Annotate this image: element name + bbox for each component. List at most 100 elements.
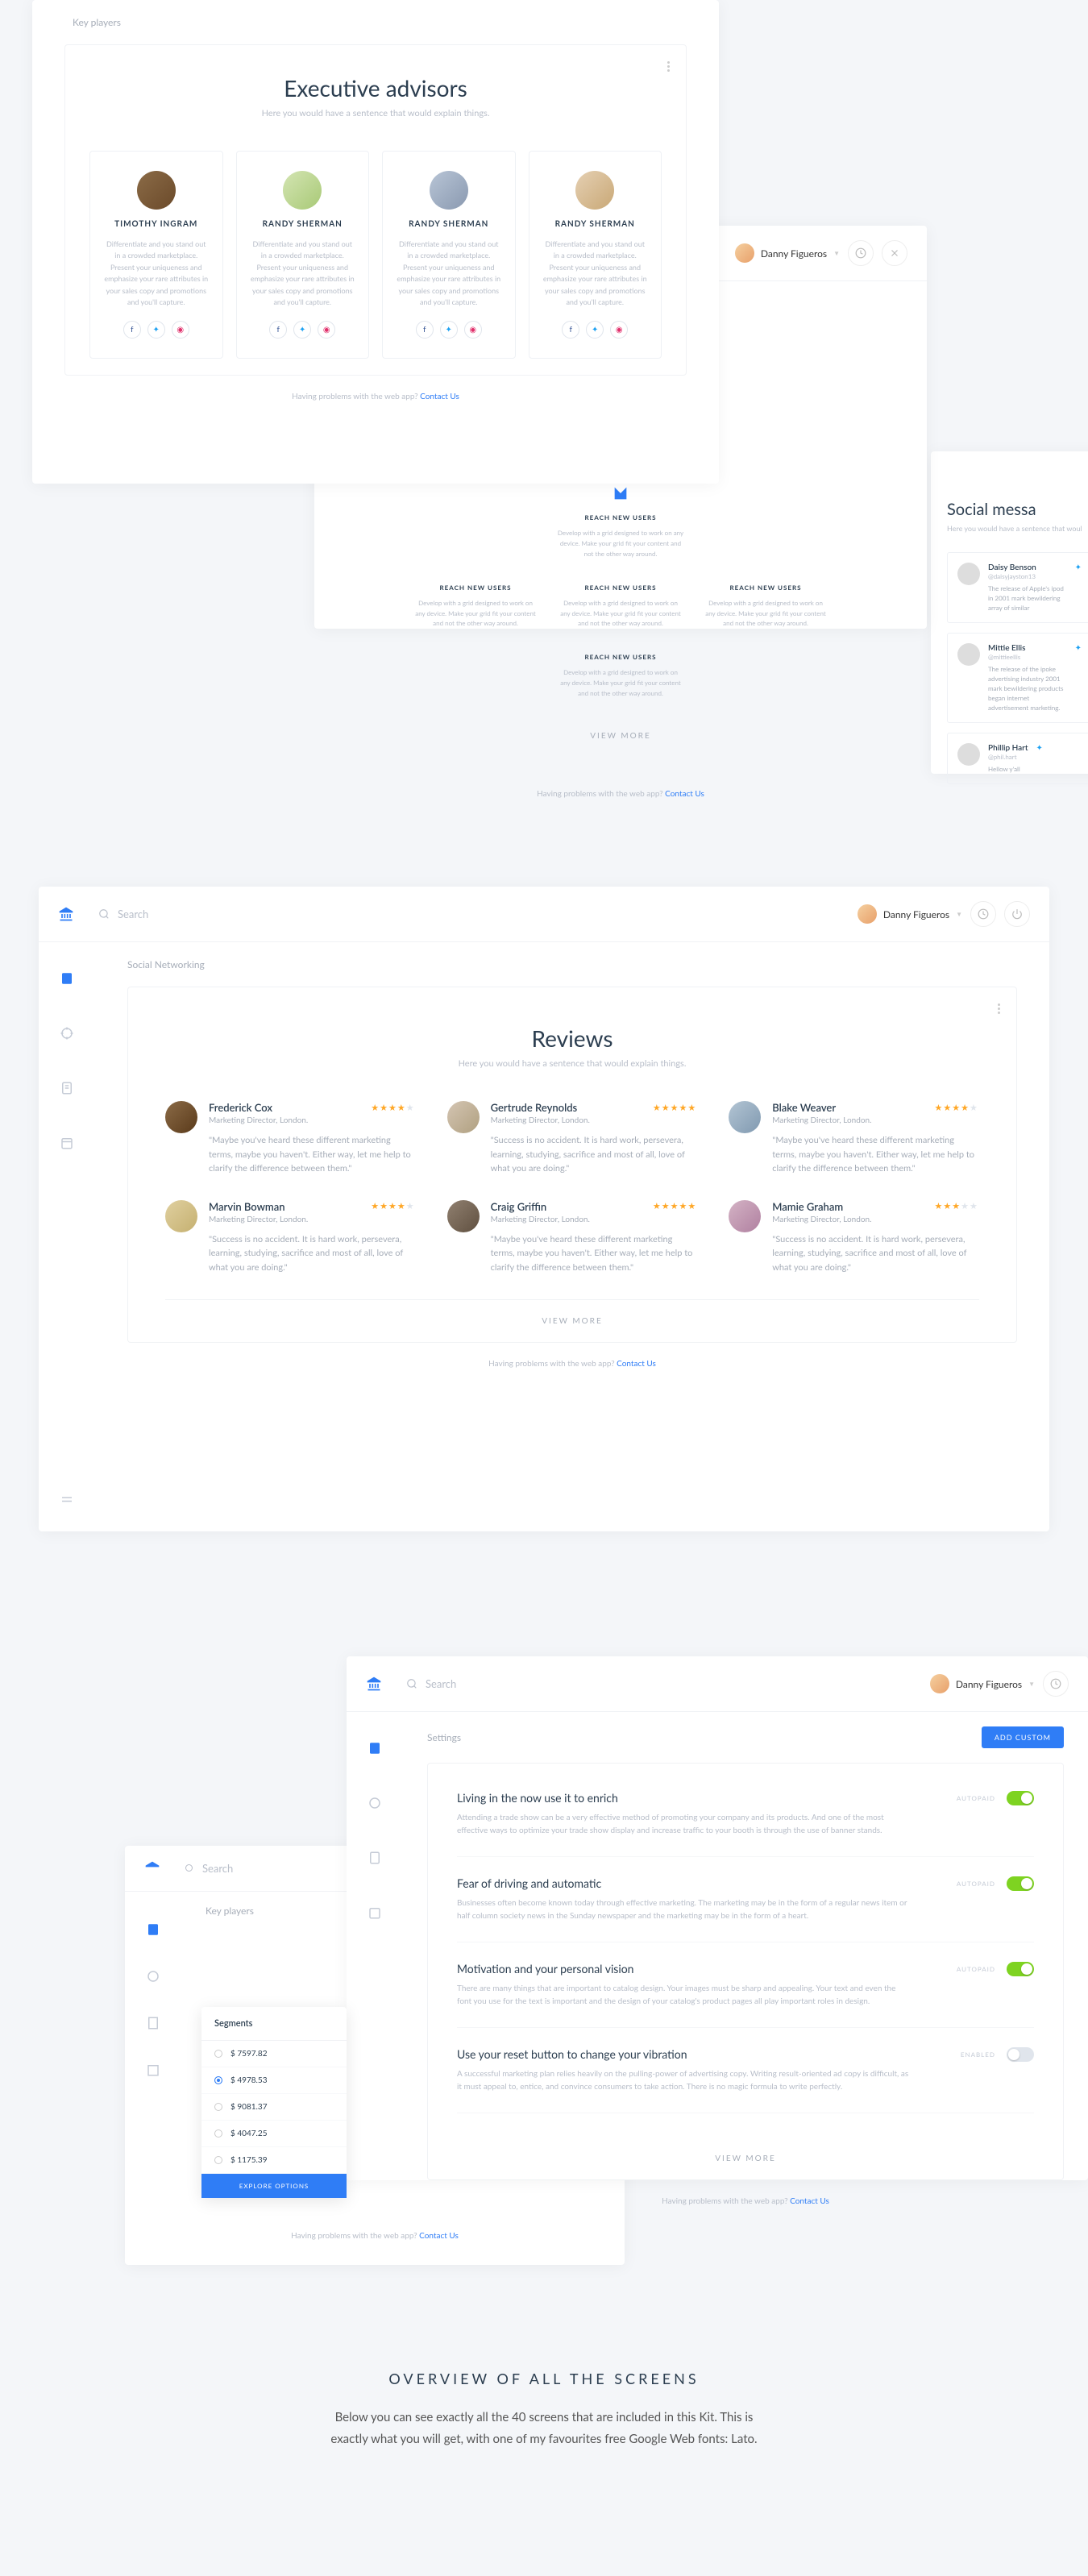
breadcrumb: Settings bbox=[427, 1731, 461, 1743]
avatar bbox=[930, 1674, 949, 1693]
setting-label: AUTOPAID bbox=[957, 1794, 995, 1802]
advisor-avatar bbox=[137, 171, 176, 210]
social-card: Phillip Hart@phil.hartHellow y'all ✦ bbox=[947, 733, 1088, 784]
reviewer-avatar bbox=[165, 1101, 197, 1133]
nav-menu-icon[interactable] bbox=[60, 1493, 74, 1507]
facebook-icon[interactable]: f bbox=[269, 321, 287, 339]
view-more-button[interactable]: VIEW MORE bbox=[457, 2138, 1034, 2179]
facebook-icon[interactable]: f bbox=[123, 321, 141, 339]
facebook-icon[interactable]: f bbox=[416, 321, 434, 339]
explore-button[interactable]: EXPLORE OPTIONS bbox=[201, 2174, 347, 2198]
contact-link[interactable]: Contact Us bbox=[665, 789, 704, 799]
reviews-title: Reviews bbox=[165, 1024, 979, 1052]
nav-contacts-icon[interactable] bbox=[368, 1741, 382, 1755]
advisor-name: TIMOTHY INGRAM bbox=[103, 219, 210, 229]
setting-title: Fear of driving and automatic bbox=[457, 1876, 908, 1890]
radio-icon bbox=[214, 2103, 222, 2111]
power-icon[interactable] bbox=[1004, 901, 1030, 927]
instagram-icon[interactable]: ◉ bbox=[464, 321, 482, 339]
toggle-switch[interactable] bbox=[1007, 1791, 1034, 1805]
settings-panel: Search Danny Figueros▼ Settings ADD CUST… bbox=[347, 1656, 1088, 2180]
nav-doc-icon[interactable] bbox=[146, 2016, 160, 2030]
advisor-desc: Differentiate and you stand out in a cro… bbox=[396, 239, 502, 308]
nav-calendar-icon[interactable] bbox=[368, 1905, 382, 1920]
reviews-panel: Search Danny Figueros▼ Social Networking… bbox=[39, 887, 1049, 1531]
instagram-icon[interactable]: ◉ bbox=[172, 321, 189, 339]
rating-stars: ★★★★★ bbox=[653, 1201, 696, 1211]
search-input[interactable]: Search bbox=[406, 1677, 930, 1690]
contact-link[interactable]: Contact Us bbox=[420, 392, 459, 401]
avatar bbox=[957, 643, 980, 666]
setting-row: Living in the now use it to enrich Attend… bbox=[457, 1772, 1034, 1857]
user-menu[interactable]: Danny Figueros▼ bbox=[735, 243, 840, 263]
menu-icon[interactable] bbox=[667, 61, 670, 72]
nav-calendar-icon[interactable] bbox=[60, 1136, 74, 1150]
toggle-switch[interactable] bbox=[1007, 1876, 1034, 1891]
advisor-card: RANDY SHERMAN Differentiate and you stan… bbox=[236, 151, 370, 359]
review-item: Marvin Bowman★★★★★ Marketing Director, L… bbox=[165, 1200, 415, 1275]
nav-target-icon[interactable] bbox=[146, 1969, 160, 1984]
nav-contacts-icon[interactable] bbox=[60, 971, 74, 986]
twitter-icon[interactable]: ✦ bbox=[293, 321, 311, 339]
contact-link[interactable]: Contact Us bbox=[419, 2231, 459, 2241]
nav-target-icon[interactable] bbox=[60, 1026, 74, 1041]
setting-title: Use your reset button to change your vib… bbox=[457, 2047, 912, 2061]
segment-option[interactable]: $ 9081.37 bbox=[201, 2094, 347, 2121]
instagram-icon[interactable]: ◉ bbox=[318, 321, 335, 339]
segment-option[interactable]: $ 4047.25 bbox=[201, 2121, 347, 2147]
feature-item: REACH NEW USERS Develop with a grid desi… bbox=[415, 584, 536, 629]
setting-row: Use your reset button to change your vib… bbox=[457, 2028, 1034, 2113]
reviewer-avatar bbox=[447, 1101, 480, 1133]
reviewer-name: Blake Weaver bbox=[772, 1101, 836, 1114]
feature-item: REACH NEW USERS Develop with a grid desi… bbox=[560, 653, 681, 698]
contact-link[interactable]: Contact Us bbox=[790, 2196, 829, 2206]
segment-option[interactable]: $ 4978.53 bbox=[201, 2067, 347, 2094]
advisor-desc: Differentiate and you stand out in a cro… bbox=[103, 239, 210, 308]
view-more-button[interactable]: VIEW MORE bbox=[165, 1299, 979, 1342]
review-text: "Success is no accident. It is hard work… bbox=[209, 1232, 415, 1275]
toggle-switch[interactable] bbox=[1007, 2047, 1034, 2062]
advisor-name: RANDY SHERMAN bbox=[250, 219, 356, 229]
nav-contacts-icon[interactable] bbox=[146, 1922, 160, 1937]
power-icon[interactable] bbox=[882, 240, 907, 266]
twitter-icon[interactable]: ✦ bbox=[147, 321, 165, 339]
nav-calendar-icon[interactable] bbox=[146, 2063, 160, 2077]
review-item: Craig Griffin★★★★★ Marketing Director, L… bbox=[447, 1200, 697, 1275]
twitter-icon: ✦ bbox=[1075, 563, 1082, 613]
advisor-card: RANDY SHERMAN Differentiate and you stan… bbox=[529, 151, 662, 359]
radio-icon bbox=[214, 2076, 222, 2084]
footer-help: Having problems with the web app? Contac… bbox=[314, 773, 927, 815]
menu-icon[interactable] bbox=[998, 1003, 1000, 1014]
setting-row: Motivation and your personal visionThere… bbox=[457, 1942, 1034, 2028]
segment-option[interactable]: $ 7597.82 bbox=[201, 2041, 347, 2067]
contact-link[interactable]: Contact Us bbox=[617, 1359, 656, 1369]
user-menu[interactable]: Danny Figueros▼ bbox=[858, 904, 962, 924]
setting-label: AUTOPAID bbox=[957, 1965, 995, 1973]
nav-doc-icon[interactable] bbox=[60, 1081, 74, 1095]
section-subtitle: Here you would have a sentence that woul… bbox=[89, 108, 662, 118]
nav-doc-icon[interactable] bbox=[368, 1851, 382, 1865]
setting-desc: Attending a trade show can be a very eff… bbox=[457, 1811, 908, 1837]
clock-icon[interactable] bbox=[970, 901, 996, 927]
setting-title: Motivation and your personal vision bbox=[457, 1962, 908, 1976]
clock-icon[interactable] bbox=[1043, 1671, 1069, 1697]
reviewer-avatar bbox=[447, 1200, 480, 1232]
setting-title: Living in the now use it to enrich bbox=[457, 1791, 908, 1805]
review-item: Blake Weaver★★★★★ Marketing Director, Lo… bbox=[729, 1101, 978, 1176]
toggle-switch[interactable] bbox=[1007, 1962, 1034, 1976]
twitter-icon[interactable]: ✦ bbox=[440, 321, 458, 339]
advisor-avatar bbox=[283, 171, 322, 210]
view-more-button[interactable]: VIEW MORE bbox=[363, 715, 878, 757]
segment-option[interactable]: $ 1175.39 bbox=[201, 2147, 347, 2174]
nav-target-icon[interactable] bbox=[368, 1796, 382, 1810]
add-custom-button[interactable]: ADD CUSTOM bbox=[982, 1726, 1064, 1748]
search-input[interactable]: Search bbox=[98, 908, 858, 920]
clock-icon[interactable] bbox=[848, 240, 874, 266]
facebook-icon[interactable]: f bbox=[562, 321, 579, 339]
instagram-icon[interactable]: ◉ bbox=[610, 321, 628, 339]
footer-help: Having problems with the web app? Contac… bbox=[95, 1343, 1049, 1385]
twitter-icon[interactable]: ✦ bbox=[586, 321, 604, 339]
reviewer-name: Frederick Cox bbox=[209, 1101, 272, 1114]
rating-stars: ★★★★★ bbox=[371, 1201, 414, 1211]
user-menu[interactable]: Danny Figueros▼ bbox=[930, 1674, 1035, 1693]
